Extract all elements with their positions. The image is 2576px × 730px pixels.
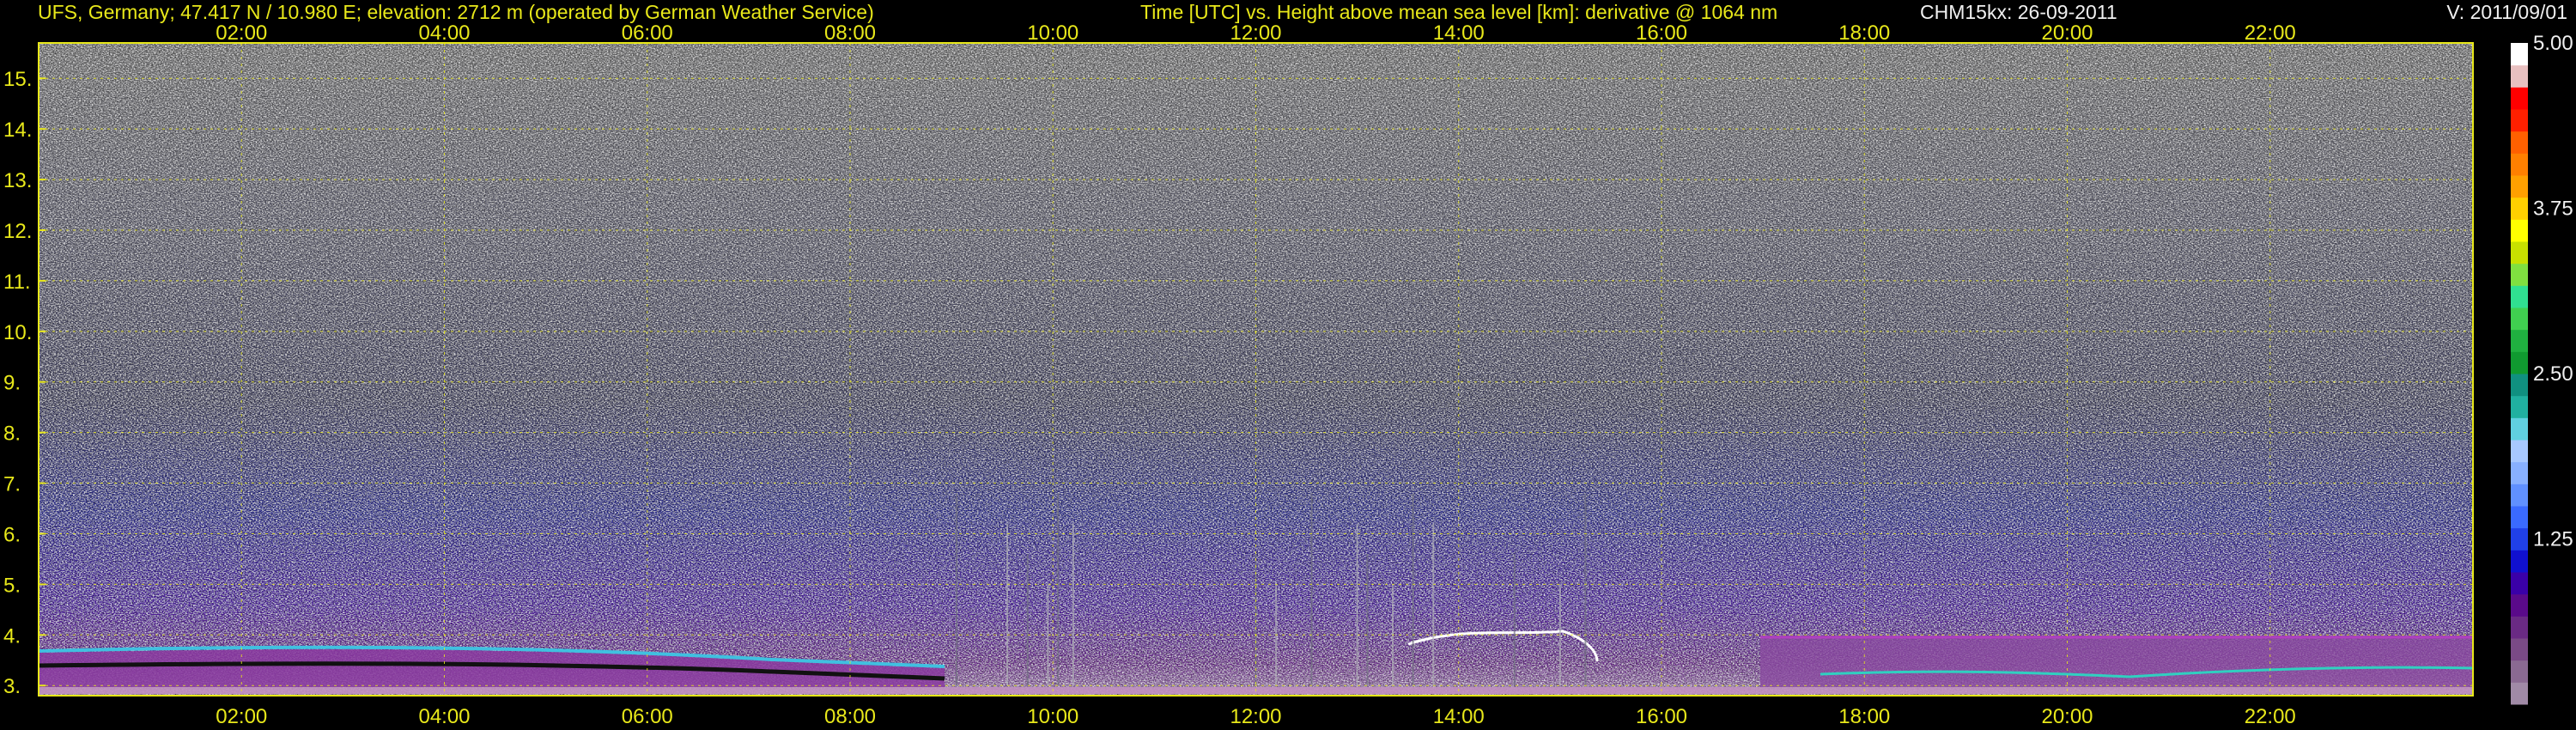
colorbar-segment [2511, 506, 2528, 529]
y-tick-label: 15. [3, 68, 32, 91]
colorbar-segment [2511, 131, 2528, 154]
x-tick-label-bottom: 04:00 [418, 705, 470, 728]
x-tick-label-top: 20:00 [2041, 21, 2093, 45]
evening-aerosol-layer [1760, 636, 2473, 687]
colorbar-segment [2511, 197, 2528, 220]
x-tick-label-top: 08:00 [824, 21, 876, 45]
colorbar-segment [2511, 550, 2528, 573]
colorbar-segment [2511, 43, 2528, 66]
colorbar-segment [2511, 660, 2528, 683]
colorbar-segment [2511, 527, 2528, 551]
y-tick-label: 10. [3, 321, 32, 344]
colorbar-segment [2511, 417, 2528, 441]
x-tick-label-top: 06:00 [622, 21, 673, 45]
colorbar-segment [2511, 219, 2528, 242]
colorbar-segment [2511, 461, 2528, 484]
y-tick-label: 13. [3, 169, 32, 192]
x-tick-label-top: 10:00 [1027, 21, 1078, 45]
colorbar-segment [2511, 87, 2528, 110]
colorbar-segment [2511, 263, 2528, 286]
x-tick-label-top: 04:00 [418, 21, 470, 45]
colorbar-segment [2511, 109, 2528, 132]
colorbar-segment [2511, 682, 2528, 705]
x-tick-label-bottom: 22:00 [2245, 705, 2296, 728]
colorbar-tick-label: 3.75 [2533, 198, 2573, 221]
y-tick-label: 6. [3, 523, 21, 546]
colorbar-tick-label: 1.25 [2533, 528, 2573, 551]
colorbar-segment [2511, 593, 2528, 617]
y-tick-label: 8. [3, 423, 21, 446]
colorbar-segment [2511, 285, 2528, 308]
y-tick-label: 11. [3, 271, 31, 294]
colorbar-segment [2511, 395, 2528, 418]
colorbar-segment [2511, 572, 2528, 595]
x-tick-label-bottom: 10:00 [1027, 705, 1078, 728]
x-tick-label-bottom: 16:00 [1636, 705, 1687, 728]
colorbar-tick-label: 5.00 [2533, 32, 2573, 55]
colorbar-segment [2511, 484, 2528, 507]
ceilometer-heatmap: 3. 4. 5. 6. 7. 8. 9. 10. 11. 12. 13. 14. 15. 02:00 04… [3, 21, 2573, 728]
y-tick-label: 9. [3, 372, 21, 395]
colorbar-segment [2511, 351, 2528, 374]
colorbar-segment [2511, 153, 2528, 176]
y-tick-label: 5. [3, 574, 21, 597]
y-tick-label: 12. [3, 220, 32, 243]
colorbar-segment [2511, 64, 2528, 88]
colorbar-tick-label: 2.50 [2533, 362, 2573, 386]
colorbar-segment [2511, 307, 2528, 331]
x-tick-label-top: 18:00 [1838, 21, 1890, 45]
y-tick-label: 4. [3, 624, 21, 648]
x-tick-label-bottom: 14:00 [1433, 705, 1485, 728]
x-tick-label-bottom: 20:00 [2041, 705, 2093, 728]
colorbar-segment [2511, 241, 2528, 265]
y-tick-label: 7. [3, 473, 21, 496]
x-tick-label-bottom: 06:00 [622, 705, 673, 728]
colorbar: 5.00 3.75 2.50 1.25 [2511, 32, 2573, 705]
x-tick-label-bottom: 08:00 [824, 705, 876, 728]
colorbar-segment [2511, 374, 2528, 397]
colorbar-segment [2511, 175, 2528, 198]
colorbar-segment [2511, 638, 2528, 661]
x-tick-label-top: 14:00 [1433, 21, 1485, 45]
x-tick-label-top: 16:00 [1636, 21, 1687, 45]
y-tick-label: 14. [3, 119, 32, 142]
x-tick-label-bottom: 12:00 [1230, 705, 1281, 728]
x-axis-bottom: 02:00 04:00 06:00 08:00 10:00 12:00 14:00 16:00… [216, 705, 2296, 728]
colorbar-segment [2511, 440, 2528, 463]
x-tick-label-top: 02:00 [216, 21, 267, 45]
x-tick-label-bottom: 02:00 [216, 705, 267, 728]
x-tick-label-top: 22:00 [2245, 21, 2296, 45]
x-tick-label-bottom: 18:00 [1838, 705, 1890, 728]
colorbar-segment [2511, 616, 2528, 639]
x-axis-top: 02:00 04:00 06:00 08:00 10:00 12:00 14:00 16:00… [216, 21, 2296, 45]
x-tick-label-top: 12:00 [1230, 21, 1281, 45]
colorbar-segment [2511, 329, 2528, 352]
y-tick-label: 3. [3, 675, 21, 698]
